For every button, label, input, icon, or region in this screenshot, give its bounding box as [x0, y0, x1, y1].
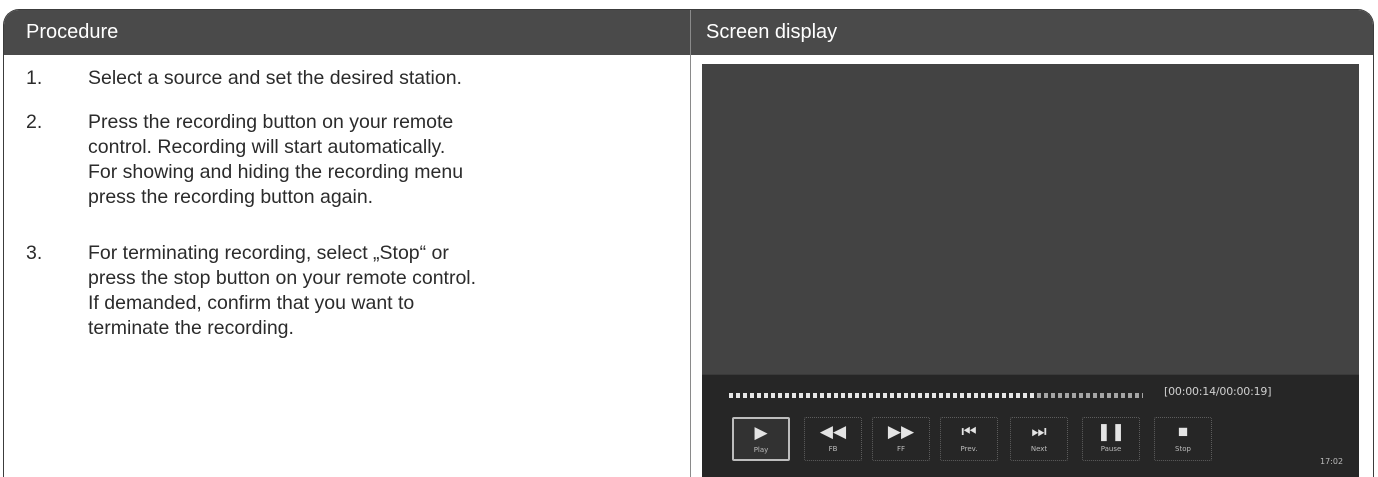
play-button[interactable]: ▶ Play	[732, 417, 790, 461]
progress-bar-fill	[729, 393, 1035, 398]
previous-label: Prev.	[960, 445, 978, 453]
step-line: control. Recording will start automatica…	[88, 136, 446, 158]
step-number: 2.	[26, 111, 43, 133]
pause-button[interactable]: ❚❚ Pause	[1082, 417, 1140, 461]
step-line: press the stop button on your remote con…	[88, 267, 477, 289]
step-line: Select a source and set the desired stat…	[88, 67, 462, 89]
previous-icon: ⏮	[961, 422, 977, 441]
next-icon: ⏭	[1031, 422, 1047, 441]
stop-label: Stop	[1175, 445, 1191, 453]
procedure-table: Procedure Screen display 1. Select a sou…	[3, 9, 1374, 477]
step-text: For terminating recording, select „Stop“…	[88, 241, 666, 341]
step-line: If demanded, confirm that you want to	[88, 292, 415, 314]
stop-button[interactable]: ■ Stop	[1154, 417, 1212, 461]
fast-forward-button[interactable]: ▶▶ FF	[872, 417, 930, 461]
next-label: Next	[1030, 445, 1048, 453]
step-line: Press the recording button on your remot…	[88, 111, 454, 133]
stop-icon: ■	[1177, 422, 1189, 441]
recording-control-bar: [00:00:14/00:00:19] ▶ Play ◀◀ FB ▶▶ FF ⏮…	[702, 374, 1359, 477]
fast-forward-icon: ▶▶	[887, 422, 915, 441]
step-text: Select a source and set the desired stat…	[88, 66, 666, 91]
step-line: terminate the recording.	[88, 317, 294, 339]
screen-display: [00:00:14/00:00:19] ▶ Play ◀◀ FB ▶▶ FF ⏮…	[702, 64, 1359, 477]
pause-icon: ❚❚	[1096, 422, 1126, 441]
table-header: Procedure Screen display	[4, 10, 1373, 55]
column-divider	[690, 10, 691, 477]
step-number: 3.	[26, 242, 43, 264]
rewind-button[interactable]: ◀◀ FB	[804, 417, 862, 461]
rewind-icon: ◀◀	[819, 422, 847, 441]
rewind-label: FB	[828, 445, 838, 453]
screen-display-header: Screen display	[706, 21, 838, 43]
step-line: For terminating recording, select „Stop“…	[88, 242, 449, 264]
previous-button[interactable]: ⏮ Prev.	[940, 417, 998, 461]
play-label: Play	[753, 446, 769, 454]
progress-bar[interactable]	[729, 393, 1143, 398]
step-line: press the recording button again.	[88, 186, 374, 208]
play-icon: ▶	[754, 423, 768, 442]
fast-forward-label: FF	[896, 445, 906, 453]
step-text: Press the recording button on your remot…	[88, 110, 666, 210]
step-line: For showing and hiding the recording men…	[88, 161, 464, 183]
step-number: 1.	[26, 67, 43, 89]
clock: 17:02	[1320, 457, 1344, 466]
procedure-header: Procedure	[26, 21, 119, 43]
next-button[interactable]: ⏭ Next	[1010, 417, 1068, 461]
time-readout: [00:00:14/00:00:19]	[1164, 385, 1272, 398]
pause-label: Pause	[1100, 445, 1122, 453]
